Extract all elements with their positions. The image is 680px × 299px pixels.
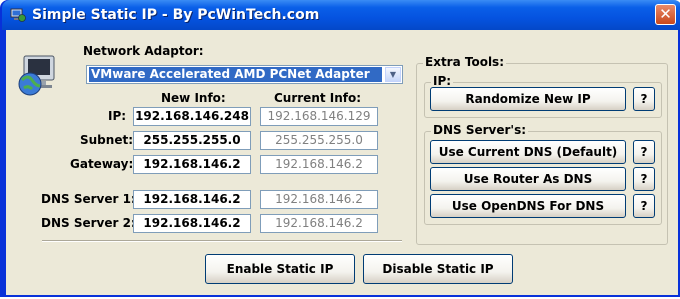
current-ip-field: 192.168.146.129	[260, 107, 378, 126]
app-window: Simple Static IP - By PcWinTech.com ✕ Ne…	[0, 0, 680, 297]
dns-tools-title: DNS Server's:	[431, 123, 529, 137]
adaptor-select[interactable]: VMware Accelerated AMD PCNet Adapter ▼	[86, 65, 403, 84]
use-opendns-button[interactable]: Use OpenDNS For DNS	[430, 194, 626, 218]
close-icon: ✕	[659, 5, 672, 23]
adaptor-label: Network Adaptor:	[83, 44, 204, 58]
globe-computer-icon	[18, 55, 55, 96]
randomize-ip-button[interactable]: Randomize New IP	[430, 87, 626, 111]
gateway-label: Gateway:	[70, 157, 134, 171]
subnet-label: Subnet:	[80, 133, 133, 147]
new-dns2-input[interactable]: 192.168.146.2	[133, 214, 251, 233]
ip-label: IP:	[108, 109, 127, 123]
disable-static-ip-button[interactable]: Disable Static IP	[363, 254, 513, 284]
randomize-help-button[interactable]: ?	[633, 87, 655, 111]
extra-tools-title: Extra Tools:	[423, 55, 507, 69]
ip-tools-title: IP:	[431, 74, 454, 88]
new-subnet-input[interactable]: 255.255.255.0	[133, 131, 251, 150]
adaptor-selected-value: VMware Accelerated AMD PCNet Adapter	[89, 67, 382, 82]
current-dns-help-button[interactable]: ?	[633, 140, 655, 164]
router-dns-help-button[interactable]: ?	[633, 167, 655, 191]
enable-static-ip-button[interactable]: Enable Static IP	[205, 254, 355, 284]
new-info-header: New Info:	[161, 91, 226, 105]
divider	[42, 240, 402, 242]
title-bar[interactable]: Simple Static IP - By PcWinTech.com ✕	[2, 0, 680, 30]
current-dns2-field: 192.168.146.2	[260, 214, 378, 233]
network-computer-icon	[10, 8, 26, 22]
opendns-help-button[interactable]: ?	[633, 194, 655, 218]
current-gateway-field: 192.168.146.2	[260, 155, 378, 174]
dns1-label: DNS Server 1:	[41, 192, 136, 206]
current-info-header: Current Info:	[274, 91, 362, 105]
new-gateway-input[interactable]: 192.168.146.2	[133, 155, 251, 174]
close-button[interactable]: ✕	[655, 4, 676, 25]
chevron-down-icon[interactable]: ▼	[385, 67, 401, 82]
use-current-dns-button[interactable]: Use Current DNS (Default)	[430, 140, 626, 164]
client-area: Network Adaptor: VMware Accelerated AMD …	[6, 30, 678, 295]
current-subnet-field: 255.255.255.0	[260, 131, 378, 150]
current-dns1-field: 192.168.146.2	[260, 190, 378, 209]
dns2-label: DNS Server 2:	[41, 216, 136, 230]
new-ip-input[interactable]: 192.168.146.248	[133, 107, 251, 126]
window-title: Simple Static IP - By PcWinTech.com	[32, 7, 320, 23]
use-router-dns-button[interactable]: Use Router As DNS	[430, 167, 626, 191]
new-dns1-input[interactable]: 192.168.146.2	[133, 190, 251, 209]
